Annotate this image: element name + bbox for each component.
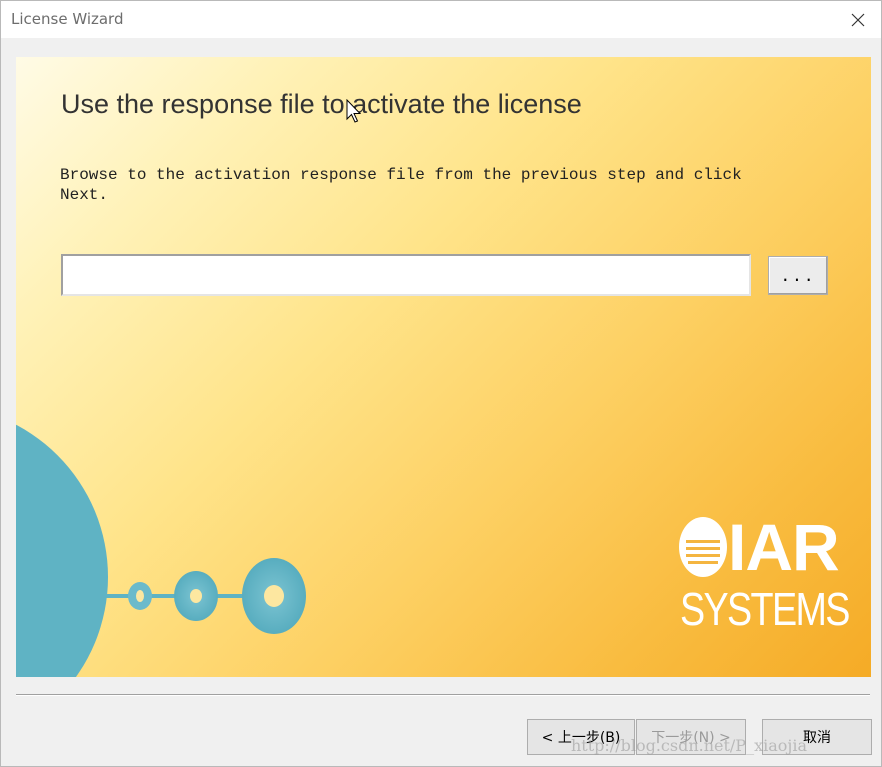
- instruction-text: Browse to the activation response file f…: [60, 166, 742, 204]
- footer-separator: [16, 694, 870, 696]
- wizard-content-panel: Use the response file to activate the li…: [16, 57, 871, 677]
- mouse-cursor-icon: [346, 99, 362, 123]
- window-title: License Wizard: [11, 10, 124, 28]
- page-heading: Use the response file to activate the li…: [61, 89, 582, 119]
- response-file-path-input[interactable]: [61, 254, 751, 296]
- close-icon: [851, 13, 865, 26]
- close-button[interactable]: [835, 1, 881, 38]
- watermark-text: http://blog.csdn.net/P_xiaojia: [571, 736, 807, 755]
- logo-systems-text: SYSTEMS: [680, 583, 850, 635]
- title-bar: License Wizard: [1, 1, 881, 38]
- logo-iar-text: IAR: [728, 510, 840, 584]
- browse-button[interactable]: ...: [768, 256, 828, 295]
- iar-systems-logo: IAR SYSTEMS: [676, 512, 856, 642]
- iar-logo-emblem: [679, 517, 727, 577]
- license-wizard-window: License Wizard Use the response file to …: [0, 0, 882, 767]
